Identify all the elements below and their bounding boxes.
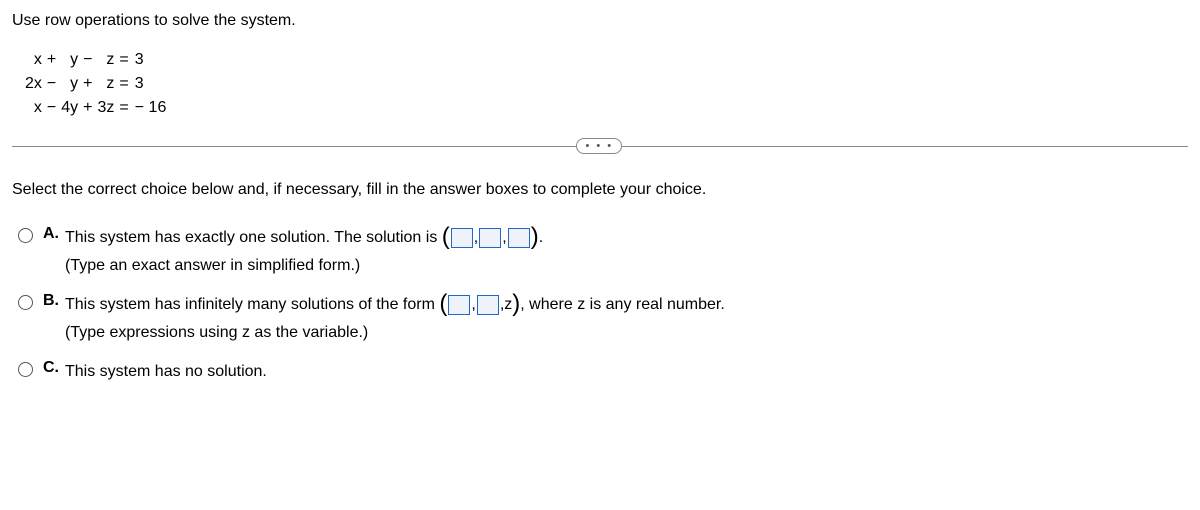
eq-op: − [81, 48, 94, 72]
answer-choices: A. This system has exactly one solution.… [18, 225, 1188, 385]
answer-input-a3[interactable] [508, 228, 530, 248]
eq-op: − [45, 72, 58, 96]
comma: , [474, 229, 478, 246]
eq-eq: = [117, 72, 130, 96]
answer-input-a2[interactable] [479, 228, 501, 248]
eq-op: + [81, 96, 94, 120]
choice-a-text-post: . [539, 229, 543, 246]
equation-row: x − 4y + 3z = − 16 [22, 96, 169, 120]
open-paren-icon: ( [442, 223, 450, 250]
choice-c: C. This system has no solution. [18, 359, 1188, 385]
eq-eq: = [117, 48, 130, 72]
close-paren-icon: ) [512, 290, 520, 317]
choice-a-text-pre: This system has exactly one solution. Th… [65, 229, 442, 246]
eq-term: z [95, 48, 118, 72]
choice-body-a: This system has exactly one solution. Th… [65, 225, 543, 278]
eq-term: 4y [58, 96, 81, 120]
close-paren-icon: ) [531, 223, 539, 250]
choice-body-c: This system has no solution. [65, 359, 267, 385]
choice-c-text: This system has no solution. [65, 363, 267, 380]
choice-body-b: This system has infinitely many solution… [65, 292, 725, 345]
radio-c[interactable] [18, 362, 33, 377]
choice-a: A. This system has exactly one solution.… [18, 225, 1188, 278]
open-paren-icon: ( [439, 290, 447, 317]
choice-label-a: A. [43, 225, 59, 243]
eq-term: y [58, 72, 81, 96]
eq-op: + [45, 48, 58, 72]
choice-b: B. This system has infinitely many solut… [18, 292, 1188, 345]
eq-term: x [22, 96, 45, 120]
eq-rhs: 3 [131, 48, 170, 72]
eq-term: y [58, 48, 81, 72]
answer-input-b1[interactable] [448, 295, 470, 315]
comma: , [471, 296, 475, 313]
radio-b[interactable] [18, 295, 33, 310]
question-prompt: Use row operations to solve the system. [12, 12, 1188, 30]
eq-eq: = [117, 96, 130, 120]
choice-label-c: C. [43, 359, 59, 377]
answer-input-a1[interactable] [451, 228, 473, 248]
choice-label-b: B. [43, 292, 59, 310]
comma: , [502, 229, 506, 246]
section-divider: • • • [12, 146, 1188, 147]
eq-term: 2x [22, 72, 45, 96]
system-of-equations: x + y − z = 3 2x − y + z = 3 x − 4y + 3z… [22, 48, 1188, 120]
eq-rhs: − 16 [131, 96, 170, 120]
eq-rhs: 3 [131, 72, 170, 96]
equation-row: 2x − y + z = 3 [22, 72, 169, 96]
equation-table: x + y − z = 3 2x − y + z = 3 x − 4y + 3z… [22, 48, 169, 120]
equation-row: x + y − z = 3 [22, 48, 169, 72]
choice-b-text-post: , where z is any real number. [520, 296, 725, 313]
answer-input-b2[interactable] [477, 295, 499, 315]
choice-b-text-pre: This system has infinitely many solution… [65, 296, 439, 313]
choice-b-hint: (Type expressions using z as the variabl… [65, 320, 725, 346]
eq-term: x [22, 48, 45, 72]
choice-a-hint: (Type an exact answer in simplified form… [65, 253, 543, 279]
instruction-text: Select the correct choice below and, if … [12, 181, 1188, 199]
eq-term: z [95, 72, 118, 96]
eq-op: + [81, 72, 94, 96]
eq-op: − [45, 96, 58, 120]
ellipsis-icon[interactable]: • • • [576, 138, 622, 154]
radio-a[interactable] [18, 228, 33, 243]
eq-term: 3z [95, 96, 118, 120]
